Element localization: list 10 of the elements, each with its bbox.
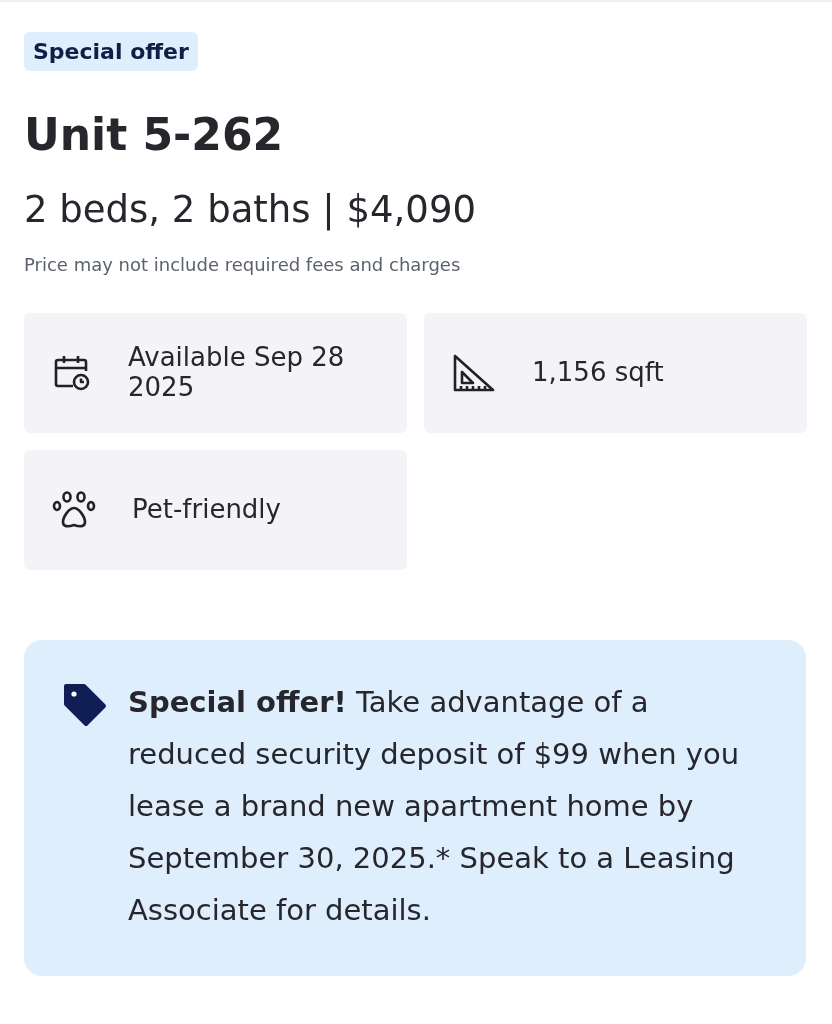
unit-summary: 2 beds, 2 baths | $4,090 [24, 187, 477, 233]
tag-icon [62, 682, 108, 729]
feature-text: Pet-friendly [132, 495, 281, 526]
feature-text: 1,156 sqft [532, 358, 664, 389]
offer-badge: Special offer [24, 32, 198, 71]
unit-title: Unit 5-262 [24, 109, 285, 162]
offer-text: Special offer! Take advantage of a reduced security deposit of $99 when you lease a brand new apartment home by September 30, 2025.* Speak to a Leasing Associate for details. [128, 684, 741, 930]
price-note: Price may not include required fees and charges [24, 254, 462, 276]
feature-text: Available Sep 28 2025 [128, 343, 346, 404]
paw-icon [52, 490, 96, 531]
